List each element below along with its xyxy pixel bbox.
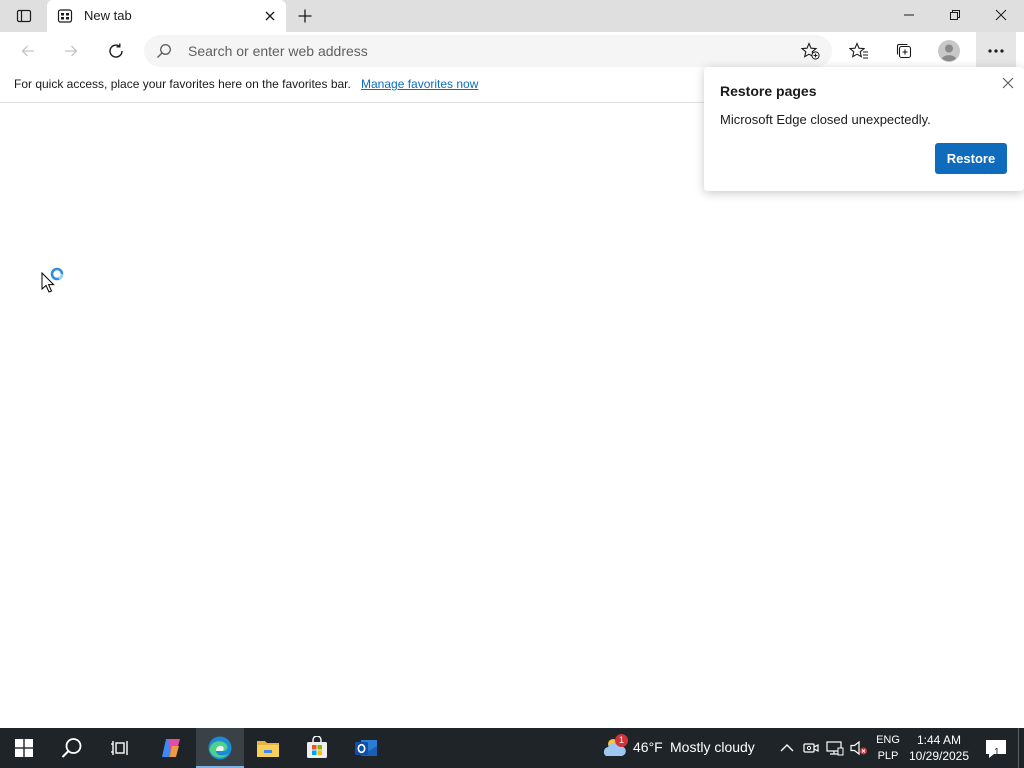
forward-button[interactable] xyxy=(55,35,87,67)
volume-muted-icon xyxy=(850,740,867,756)
collections-button[interactable] xyxy=(888,35,920,67)
taskbar-search-button[interactable] xyxy=(48,728,96,768)
meet-now-button[interactable] xyxy=(802,739,820,757)
outlook-button[interactable] xyxy=(342,728,390,768)
weather-alert-badge: 1 xyxy=(615,734,628,747)
favorites-icon xyxy=(849,42,868,59)
search-icon xyxy=(157,44,171,58)
navigation-toolbar xyxy=(0,32,1024,70)
clock[interactable]: 1:44 AM 10/29/2025 xyxy=(906,732,972,766)
taskbar: 1 46°F Mostly cloudy ENG PLP 1:44 AM 10/… xyxy=(0,728,1024,768)
new-tab-button[interactable] xyxy=(292,4,318,28)
network-button[interactable] xyxy=(826,739,844,757)
minimize-icon xyxy=(904,14,914,16)
address-bar[interactable] xyxy=(144,35,832,67)
restore-down-icon xyxy=(950,10,960,20)
edge-icon xyxy=(208,736,232,760)
close-icon xyxy=(1002,77,1014,89)
camera-icon xyxy=(803,743,819,753)
manage-favorites-link[interactable]: Manage favorites now xyxy=(361,77,478,91)
weather-temperature: 46°F xyxy=(633,739,663,755)
file-explorer-button[interactable] xyxy=(244,728,292,768)
restore-popup-message: Microsoft Edge closed unexpectedly. xyxy=(720,112,931,127)
close-window-button[interactable] xyxy=(978,0,1024,30)
restore-button[interactable]: Restore xyxy=(935,143,1007,174)
task-view-icon xyxy=(111,741,128,755)
arrow-left-icon xyxy=(21,45,34,57)
profile-icon xyxy=(938,40,960,62)
network-icon xyxy=(826,741,844,756)
busy-cursor-icon xyxy=(41,267,64,293)
tab-title: New tab xyxy=(84,8,132,23)
tab-new-tab[interactable]: New tab xyxy=(47,0,286,32)
input-language-indicator[interactable]: ENG PLP xyxy=(873,732,903,766)
notification-count: 1 xyxy=(994,747,1000,758)
clock-time: 1:44 AM xyxy=(916,733,962,747)
language-code: ENG xyxy=(876,734,900,746)
volume-button[interactable] xyxy=(850,739,868,757)
close-icon xyxy=(995,9,1007,21)
new-tab-page-icon xyxy=(57,9,73,23)
more-dots-icon xyxy=(988,49,1004,53)
keyboard-layout: PLP xyxy=(877,750,899,762)
restore-pages-popup: Restore pages Microsoft Edge closed unex… xyxy=(704,67,1024,191)
close-icon xyxy=(265,11,275,21)
refresh-icon xyxy=(109,43,123,58)
show-desktop-button[interactable] xyxy=(1018,728,1024,768)
task-view-button[interactable] xyxy=(96,728,144,768)
refresh-button[interactable] xyxy=(100,35,132,67)
collections-icon xyxy=(896,43,912,59)
restore-down-button[interactable] xyxy=(932,0,978,30)
favorites-button[interactable] xyxy=(843,35,875,67)
outlook-icon xyxy=(355,740,377,756)
plus-icon xyxy=(298,9,312,23)
copilot-button[interactable] xyxy=(147,728,195,768)
edge-taskbar-button[interactable] xyxy=(196,728,244,768)
profile-button[interactable] xyxy=(933,35,965,67)
settings-and-more-button[interactable] xyxy=(976,32,1016,70)
chevron-up-icon xyxy=(780,744,794,752)
show-hidden-icons-button[interactable] xyxy=(778,739,796,757)
windows-icon xyxy=(15,739,33,757)
restore-popup-title: Restore pages xyxy=(720,83,817,99)
clock-date: 10/29/2025 xyxy=(908,749,970,763)
tab-actions-icon xyxy=(16,9,32,23)
microsoft-store-button[interactable] xyxy=(293,728,341,768)
address-input[interactable] xyxy=(184,35,764,67)
back-button[interactable] xyxy=(12,35,44,67)
tab-close-button[interactable] xyxy=(261,7,279,25)
folder-icon xyxy=(257,741,279,757)
search-icon xyxy=(61,738,82,758)
star-plus-icon xyxy=(800,42,820,60)
arrow-right-icon xyxy=(65,45,78,57)
weather-condition: Mostly cloudy xyxy=(670,739,755,755)
minimize-button[interactable] xyxy=(886,0,932,30)
tab-actions-button[interactable] xyxy=(8,4,40,28)
store-icon xyxy=(307,736,327,758)
start-button[interactable] xyxy=(0,728,48,768)
favorites-bar-hint: For quick access, place your favorites h… xyxy=(14,77,351,91)
tab-strip: New tab xyxy=(0,0,1024,32)
action-center-button[interactable]: 1 xyxy=(978,732,1014,766)
weather-widget[interactable]: 1 46°F Mostly cloudy xyxy=(598,728,768,768)
copilot-icon xyxy=(162,739,180,757)
restore-popup-close-button[interactable] xyxy=(998,73,1018,93)
add-favorite-button[interactable] xyxy=(796,39,824,63)
